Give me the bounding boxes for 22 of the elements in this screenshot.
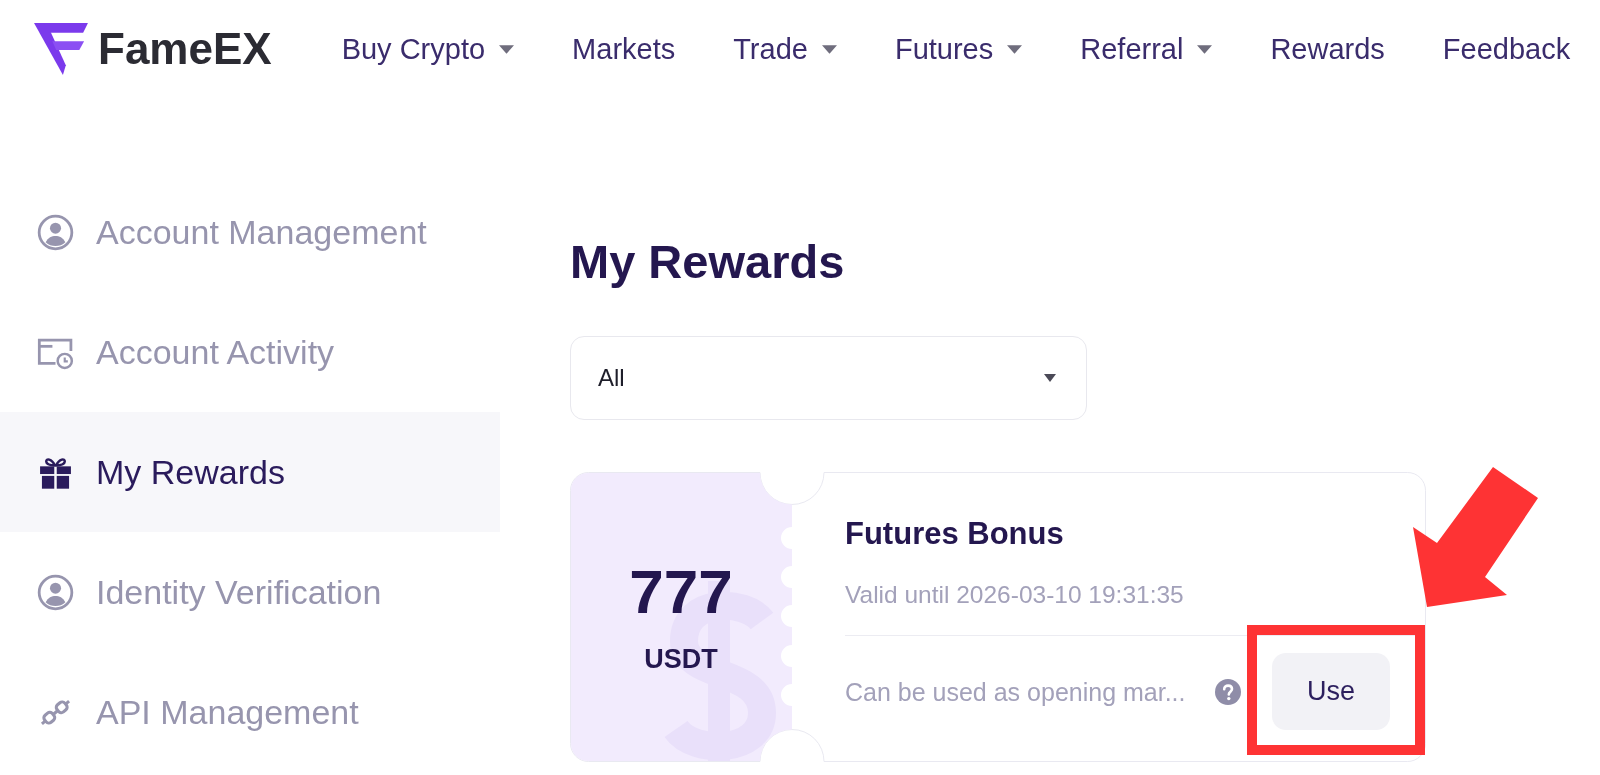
page-title: My Rewards [570, 234, 846, 290]
nav-link[interactable]: Futures [894, 29, 1023, 69]
user-circle-icon [37, 213, 74, 251]
filter-dropdown[interactable]: All [570, 336, 1087, 420]
brand-name: FameEX [98, 23, 272, 75]
reward-title: Futures Bonus [845, 516, 1065, 552]
caret-icon [1044, 374, 1056, 382]
help-icon[interactable] [1215, 678, 1241, 705]
use-button[interactable]: Use [1272, 653, 1390, 730]
reward-description: Can be used as opening mar... [845, 676, 1186, 707]
nav-link[interactable]: Markets [572, 29, 676, 69]
sidebar-item[interactable]: My Rewards [0, 412, 500, 532]
nav-link[interactable]: Buy Crypto [341, 29, 515, 69]
reward-amount: 777 [629, 560, 733, 624]
nav-link[interactable]: Feedback [1442, 29, 1571, 69]
logo-icon[interactable] [34, 23, 88, 75]
reward-currency: USDT [644, 644, 718, 674]
validity-text: Valid until 2026-03-10 19:31:35 [845, 580, 1185, 610]
nav-link[interactable]: Rewards [1270, 29, 1385, 69]
user-circle-icon [37, 573, 74, 611]
nav-link[interactable]: Referral [1080, 29, 1213, 69]
nav-link[interactable]: Trade [733, 29, 837, 69]
